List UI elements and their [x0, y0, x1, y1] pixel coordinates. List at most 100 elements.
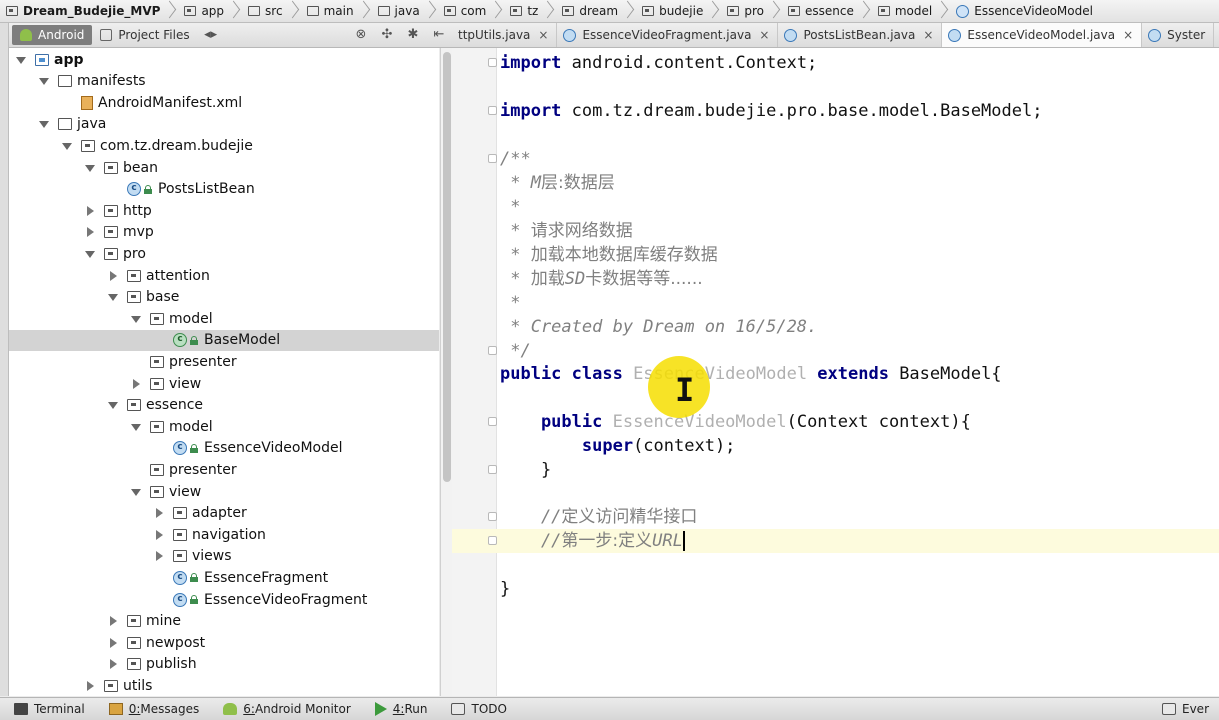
- tree-item-app[interactable]: app: [9, 49, 439, 70]
- expand-arrow-right-icon[interactable]: [107, 658, 119, 670]
- tree-item-essencevideofragment[interactable]: c EssenceVideoFragment: [9, 589, 439, 610]
- breadcrumb-item-java[interactable]: java: [372, 0, 438, 22]
- expand-arrow-down-icon[interactable]: [84, 248, 96, 260]
- tree-item-androidmanifest-xml[interactable]: AndroidManifest.xml: [9, 92, 439, 113]
- expand-arrow-down-icon[interactable]: [61, 140, 73, 152]
- code-editor[interactable]: import android.content.Context; import c…: [452, 48, 1219, 696]
- tree-item-basemodel[interactable]: c BaseModel: [9, 329, 439, 351]
- expand-arrow-right-icon[interactable]: [84, 205, 96, 217]
- tree-item-presenter[interactable]: presenter: [9, 351, 439, 372]
- expand-arrow-down-icon[interactable]: [130, 421, 142, 433]
- visibility-lock-icon: [190, 443, 198, 453]
- sync-icon[interactable]: ⊗: [354, 28, 368, 42]
- hide-panel-icon[interactable]: ⇤: [432, 28, 446, 42]
- expand-arrow-down-icon[interactable]: [130, 313, 142, 325]
- tree-item-mine[interactable]: mine: [9, 611, 439, 632]
- breadcrumb-item-pro[interactable]: pro: [721, 0, 782, 22]
- collapse-icon[interactable]: ✣: [380, 28, 394, 42]
- tree-item-postslistbean[interactable]: c PostsListBean: [9, 179, 439, 200]
- breadcrumb-item-com[interactable]: com: [438, 0, 505, 22]
- close-icon[interactable]: ×: [1123, 28, 1133, 42]
- expand-arrow-down-icon[interactable]: [38, 75, 50, 87]
- tree-item-newpost[interactable]: newpost: [9, 632, 439, 653]
- breadcrumb-item-app[interactable]: app: [178, 0, 242, 22]
- package-icon: [150, 312, 164, 325]
- fold-marker-icon[interactable]: [488, 346, 497, 355]
- toolwindow-messages-button[interactable]: 0: Messages: [95, 698, 210, 720]
- fold-marker-icon[interactable]: [488, 536, 497, 545]
- editor-tab-syster[interactable]: Syster: [1142, 23, 1215, 47]
- toolwindow-android-monitor-button[interactable]: 6: Android Monitor: [209, 698, 361, 720]
- tree-item-essencevideomodel[interactable]: c EssenceVideoModel: [9, 438, 439, 459]
- project-files-tab[interactable]: Project Files: [92, 25, 197, 45]
- tree-item-attention[interactable]: attention: [9, 265, 439, 286]
- expand-arrow-down-icon[interactable]: [107, 291, 119, 303]
- expand-arrow-right-icon[interactable]: [153, 550, 165, 562]
- toolwindow-ever-button[interactable]: Ever: [1148, 698, 1219, 720]
- close-icon[interactable]: ×: [538, 28, 548, 42]
- tree-item-manifests[interactable]: manifests: [9, 71, 439, 92]
- expand-arrow-down-icon[interactable]: [107, 399, 119, 411]
- fold-marker-icon[interactable]: [488, 154, 497, 163]
- expand-arrow-down-icon[interactable]: [15, 54, 27, 66]
- expand-arrow-down-icon[interactable]: [84, 162, 96, 174]
- tree-item-views[interactable]: views: [9, 546, 439, 567]
- tree-item-view[interactable]: view: [9, 373, 439, 394]
- close-icon[interactable]: ×: [923, 28, 933, 42]
- tree-item-essencefragment[interactable]: c EssenceFragment: [9, 567, 439, 588]
- tree-item-pro[interactable]: pro: [9, 243, 439, 264]
- project-files-icon: [100, 29, 113, 41]
- editor-tab-ttputils-java[interactable]: ttpUtils.java ×: [452, 23, 558, 47]
- tree-item-presenter[interactable]: presenter: [9, 459, 439, 480]
- tree-item-view[interactable]: view: [9, 481, 439, 502]
- expand-arrow-down-icon[interactable]: [38, 118, 50, 130]
- expand-arrow-right-icon[interactable]: [107, 637, 119, 649]
- fold-marker-icon[interactable]: [488, 512, 497, 521]
- fold-marker-icon[interactable]: [488, 465, 497, 474]
- tree-item-mvp[interactable]: mvp: [9, 222, 439, 243]
- breadcrumb-item-dream[interactable]: dream: [556, 0, 636, 22]
- toolwindow-run-button[interactable]: 4: Run: [361, 698, 438, 720]
- expand-arrow-right-icon[interactable]: [84, 226, 96, 238]
- switch-view-arrows-icon[interactable]: ◂▸: [204, 28, 218, 42]
- expand-arrow-right-icon[interactable]: [84, 680, 96, 692]
- expand-arrow-right-icon[interactable]: [153, 529, 165, 541]
- expand-arrow-right-icon[interactable]: [107, 270, 119, 282]
- gear-icon[interactable]: ✱: [406, 28, 420, 42]
- tree-item-utils[interactable]: utils: [9, 675, 439, 696]
- breadcrumb-item-tz[interactable]: tz: [504, 0, 556, 22]
- tree-item-model[interactable]: model: [9, 308, 439, 329]
- tree-item-navigation[interactable]: navigation: [9, 524, 439, 545]
- breadcrumb-item-model[interactable]: model: [872, 0, 950, 22]
- close-icon[interactable]: ×: [759, 28, 769, 42]
- tree-item-publish[interactable]: publish: [9, 654, 439, 675]
- fold-marker-icon[interactable]: [488, 417, 497, 426]
- breadcrumb-item-essencevideomodel[interactable]: EssenceVideoModel: [950, 0, 1097, 22]
- expand-arrow-right-icon[interactable]: [153, 507, 165, 519]
- expand-arrow-right-icon[interactable]: [130, 378, 142, 390]
- tree-item-adapter[interactable]: adapter: [9, 503, 439, 524]
- tree-item-com-tz-dream-budejie[interactable]: com.tz.dream.budejie: [9, 135, 439, 156]
- tree-item-essence[interactable]: essence: [9, 395, 439, 416]
- expand-arrow-right-icon[interactable]: [107, 615, 119, 627]
- toolwindow-terminal-button[interactable]: Terminal: [0, 698, 95, 720]
- fold-marker-icon[interactable]: [488, 106, 497, 115]
- toolwindow-todo-button[interactable]: TODO: [437, 698, 516, 720]
- android-view-tab[interactable]: Android: [12, 25, 93, 45]
- tree-item-base[interactable]: base: [9, 287, 439, 308]
- breadcrumb-item-main[interactable]: main: [301, 0, 372, 22]
- tree-item-java[interactable]: java: [9, 114, 439, 135]
- fold-marker-icon[interactable]: [488, 58, 497, 67]
- breadcrumb-item-dream_budejie_mvp[interactable]: Dream_Budejie_MVP: [0, 0, 178, 22]
- expand-arrow-down-icon[interactable]: [130, 486, 142, 498]
- breadcrumb-item-src[interactable]: src: [242, 0, 301, 22]
- editor-tab-essencevideofragment-java[interactable]: EssenceVideoFragment.java ×: [557, 23, 779, 47]
- editor-tab-essencevideomodel-java[interactable]: EssenceVideoModel.java ×: [942, 23, 1143, 47]
- editor-tab-postslistbean-java[interactable]: PostsListBean.java ×: [778, 23, 943, 47]
- breadcrumb-item-essence[interactable]: essence: [782, 0, 872, 22]
- tree-item-model[interactable]: model: [9, 416, 439, 437]
- breadcrumb-item-budejie[interactable]: budejie: [636, 0, 721, 22]
- tree-item-bean[interactable]: bean: [9, 157, 439, 178]
- tree-item-http[interactable]: http: [9, 200, 439, 221]
- scrollbar-thumb[interactable]: [443, 52, 451, 482]
